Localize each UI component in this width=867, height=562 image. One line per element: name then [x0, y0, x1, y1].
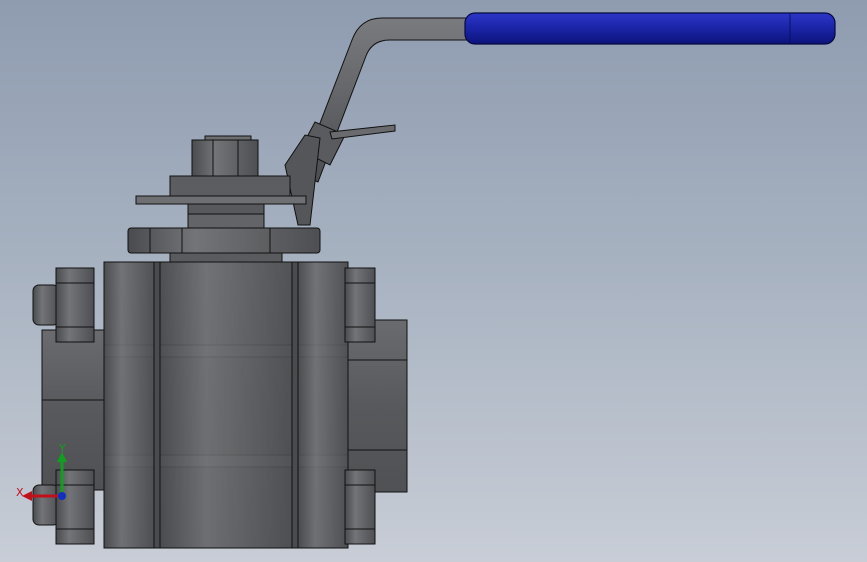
- gland-flange: [127, 227, 321, 264]
- z-axis-marker: [58, 492, 66, 500]
- stem-nut: [135, 135, 307, 229]
- x-axis-label: X: [16, 486, 24, 499]
- graphics-viewport[interactable]: Y X: [0, 0, 867, 562]
- ball-valve-model[interactable]: [0, 0, 867, 562]
- coordinate-triad: Y X: [16, 442, 67, 501]
- handle-grip: [464, 12, 836, 45]
- y-axis-label: Y: [58, 442, 66, 455]
- handle-lever[interactable]: [284, 17, 469, 226]
